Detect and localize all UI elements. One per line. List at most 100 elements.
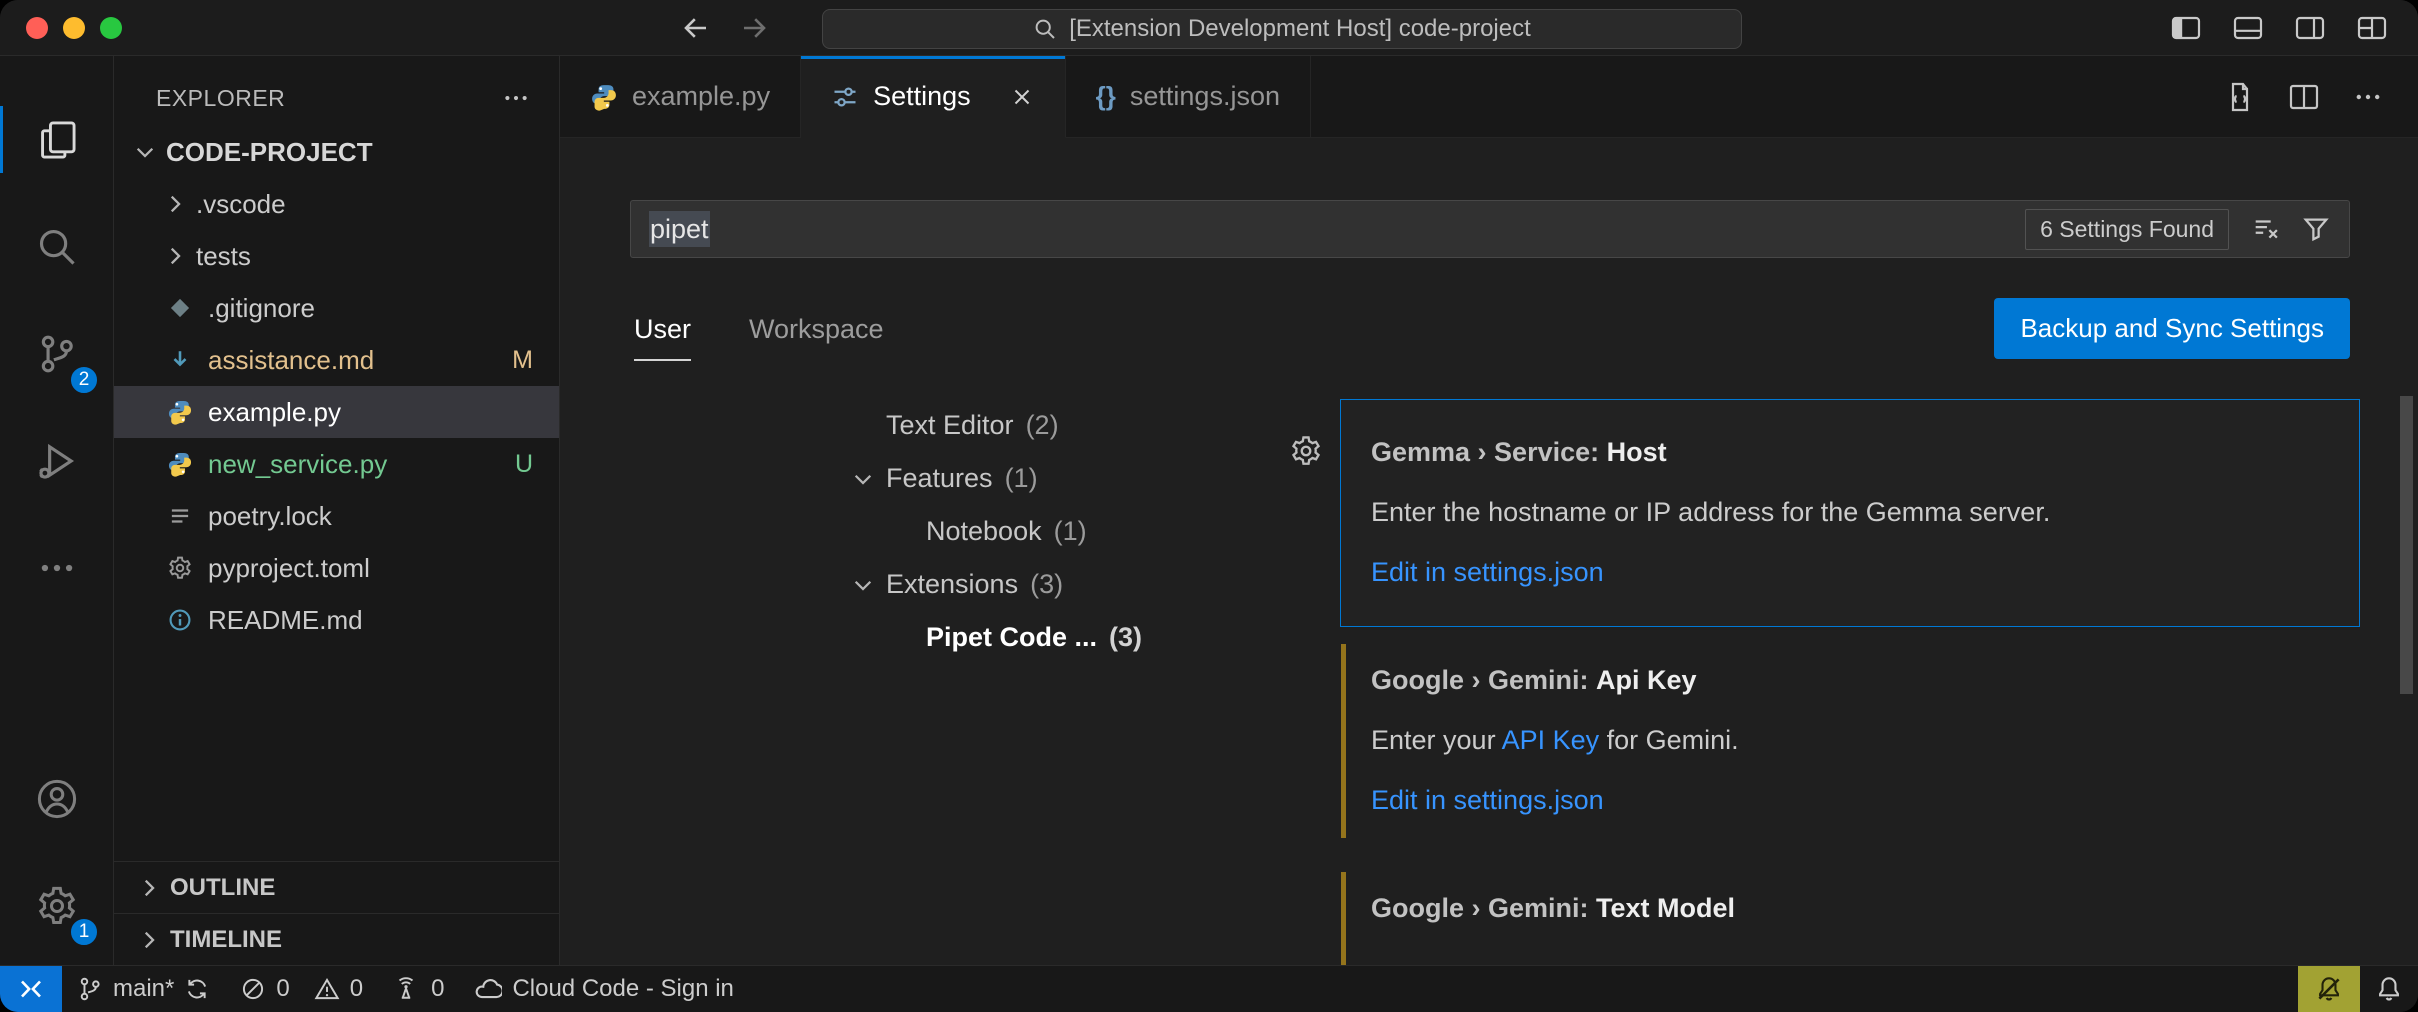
api-key-link[interactable]: API Key: [1502, 725, 1600, 755]
tree-item-tests[interactable]: tests: [114, 230, 559, 282]
settings-badge: 1: [69, 917, 99, 947]
chevron-right-icon: [162, 191, 188, 217]
git-status-badge: U: [515, 450, 533, 479]
search-activity-button[interactable]: [0, 193, 113, 300]
problems-status-item[interactable]: 0 0: [225, 966, 378, 1012]
toc-item-notebook[interactable]: Notebook (1): [560, 505, 1340, 558]
remote-icon: [16, 974, 46, 1004]
chevron-down-icon: [850, 466, 886, 492]
settings-editor: pipet 6 Settings Found User Workspace: [560, 138, 2418, 965]
settings-sliders-icon: [831, 83, 859, 111]
setting-gear-icon[interactable]: [1289, 434, 1323, 468]
toc-item-features[interactable]: Features (1): [560, 452, 1340, 505]
tree-item-gitignore[interactable]: .gitignore: [114, 282, 559, 334]
source-control-activity-button[interactable]: 2: [0, 300, 113, 407]
git-diamond-icon: [166, 295, 194, 321]
explorer-more-actions-icon[interactable]: [501, 83, 531, 113]
tab-settings-json[interactable]: {} settings.json: [1066, 56, 1311, 137]
search-icon: [36, 226, 78, 268]
activity-bar: 2: [0, 56, 114, 965]
setting-google-gemini-text-model[interactable]: Google › Gemini: Text Model: [1340, 855, 2360, 963]
scope-tab-workspace[interactable]: Workspace: [749, 314, 884, 361]
open-settings-json-icon[interactable]: [2224, 81, 2256, 113]
settings-toc: Text Editor (2) Features (1) Notebook (1…: [560, 399, 1340, 965]
remote-indicator[interactable]: [0, 966, 62, 1012]
sidebar-title: EXPLORER: [156, 85, 285, 112]
setting-description: Enter the hostname or IP address for the…: [1371, 494, 2329, 530]
source-control-branch-icon: [77, 976, 103, 1002]
gear-icon: [35, 884, 79, 928]
setting-google-gemini-api-key[interactable]: Google › Gemini: Api Key Enter your API …: [1340, 627, 2360, 855]
tab-settings[interactable]: Settings: [801, 56, 1066, 138]
manage-settings-button[interactable]: 1: [0, 852, 113, 959]
toggle-panel-icon[interactable]: [2230, 12, 2266, 44]
filter-funnel-icon[interactable]: [2301, 214, 2331, 244]
close-tab-icon[interactable]: [1009, 84, 1035, 110]
explorer-activity-button[interactable]: [0, 86, 113, 193]
python-icon: [166, 399, 194, 425]
tab-label: example.py: [632, 81, 770, 112]
do-not-disturb-status-item[interactable]: [2298, 966, 2360, 1012]
backup-sync-settings-button[interactable]: Backup and Sync Settings: [1994, 298, 2350, 359]
python-icon: [590, 83, 618, 111]
tree-item-assistance-md[interactable]: assistance.md M: [114, 334, 559, 386]
setting-title: Google › Gemini: Api Key: [1371, 662, 2329, 698]
tab-example-py[interactable]: example.py: [560, 56, 801, 137]
notifications-bell[interactable]: [2360, 966, 2418, 1012]
tab-label: settings.json: [1130, 81, 1280, 112]
file-tree: CODE-PROJECT .vscode tests .gitignore as…: [114, 126, 559, 861]
traffic-lights: [26, 17, 122, 39]
zoom-window-button[interactable]: [100, 17, 122, 39]
edit-in-settings-json-link[interactable]: Edit in settings.json: [1371, 782, 1604, 818]
warnings-count: 0: [350, 975, 363, 1003]
edit-in-settings-json-link[interactable]: Edit in settings.json: [1371, 554, 1604, 590]
info-icon: [166, 607, 194, 633]
more-actions-icon[interactable]: [2352, 81, 2384, 113]
json-braces-icon: {}: [1096, 81, 1116, 112]
window-title: [Extension Development Host] code-projec…: [1069, 15, 1531, 43]
outline-section-header[interactable]: OUTLINE: [114, 861, 559, 913]
tree-item-example-py[interactable]: example.py: [114, 386, 559, 438]
chevron-right-icon: [162, 243, 188, 269]
tree-item-readme-md[interactable]: README.md: [114, 594, 559, 646]
clear-settings-search-icon[interactable]: [2251, 214, 2281, 244]
additional-views-button[interactable]: [0, 514, 113, 621]
ports-status-item[interactable]: 0: [378, 966, 459, 1012]
back-icon[interactable]: [680, 12, 712, 44]
close-window-button[interactable]: [26, 17, 48, 39]
errors-count: 0: [276, 975, 289, 1003]
command-center-search[interactable]: [Extension Development Host] code-projec…: [822, 9, 1742, 49]
ellipsis-icon: [36, 547, 78, 589]
settings-search-input[interactable]: pipet 6 Settings Found: [630, 200, 2350, 258]
tree-item-new-service-py[interactable]: new_service.py U: [114, 438, 559, 490]
split-editor-icon[interactable]: [2288, 81, 2320, 113]
chevron-down-icon: [132, 139, 158, 165]
forward-icon[interactable]: [738, 12, 770, 44]
setting-title: Gemma › Service: Host: [1371, 434, 2329, 470]
tree-item-pyproject-toml[interactable]: pyproject.toml: [114, 542, 559, 594]
toc-item-text-editor[interactable]: Text Editor (2): [560, 399, 1340, 452]
search-icon: [1033, 17, 1057, 41]
cloud-code-label: Cloud Code - Sign in: [512, 975, 733, 1003]
toc-item-pipet-code[interactable]: Pipet Code ... (3): [560, 611, 1340, 664]
setting-gemma-service-host[interactable]: Gemma › Service: Host Enter the hostname…: [1340, 399, 2360, 627]
toc-item-extensions[interactable]: Extensions (3): [560, 558, 1340, 611]
tree-item-vscode[interactable]: .vscode: [114, 178, 559, 230]
minimize-window-button[interactable]: [63, 17, 85, 39]
toggle-sidebar-icon[interactable]: [2168, 12, 2204, 44]
vertical-scrollbar[interactable]: [2400, 396, 2413, 694]
run-debug-activity-button[interactable]: [0, 407, 113, 514]
warnings-icon: [314, 976, 340, 1002]
timeline-section-header[interactable]: TIMELINE: [114, 913, 559, 965]
cloud-code-status-item[interactable]: Cloud Code - Sign in: [459, 966, 748, 1012]
accounts-activity-button[interactable]: [0, 745, 113, 852]
tree-root-code-project[interactable]: CODE-PROJECT: [114, 126, 559, 178]
files-icon: [36, 119, 78, 161]
customize-layout-icon[interactable]: [2354, 12, 2390, 44]
settings-list: Gemma › Service: Host Enter the hostname…: [1340, 399, 2360, 965]
branch-status-item[interactable]: main*: [62, 966, 225, 1012]
toggle-secondary-sidebar-icon[interactable]: [2292, 12, 2328, 44]
scope-tab-user[interactable]: User: [634, 314, 691, 361]
tree-item-poetry-lock[interactable]: poetry.lock: [114, 490, 559, 542]
vscode-window: [Extension Development Host] code-projec…: [0, 0, 2418, 1012]
